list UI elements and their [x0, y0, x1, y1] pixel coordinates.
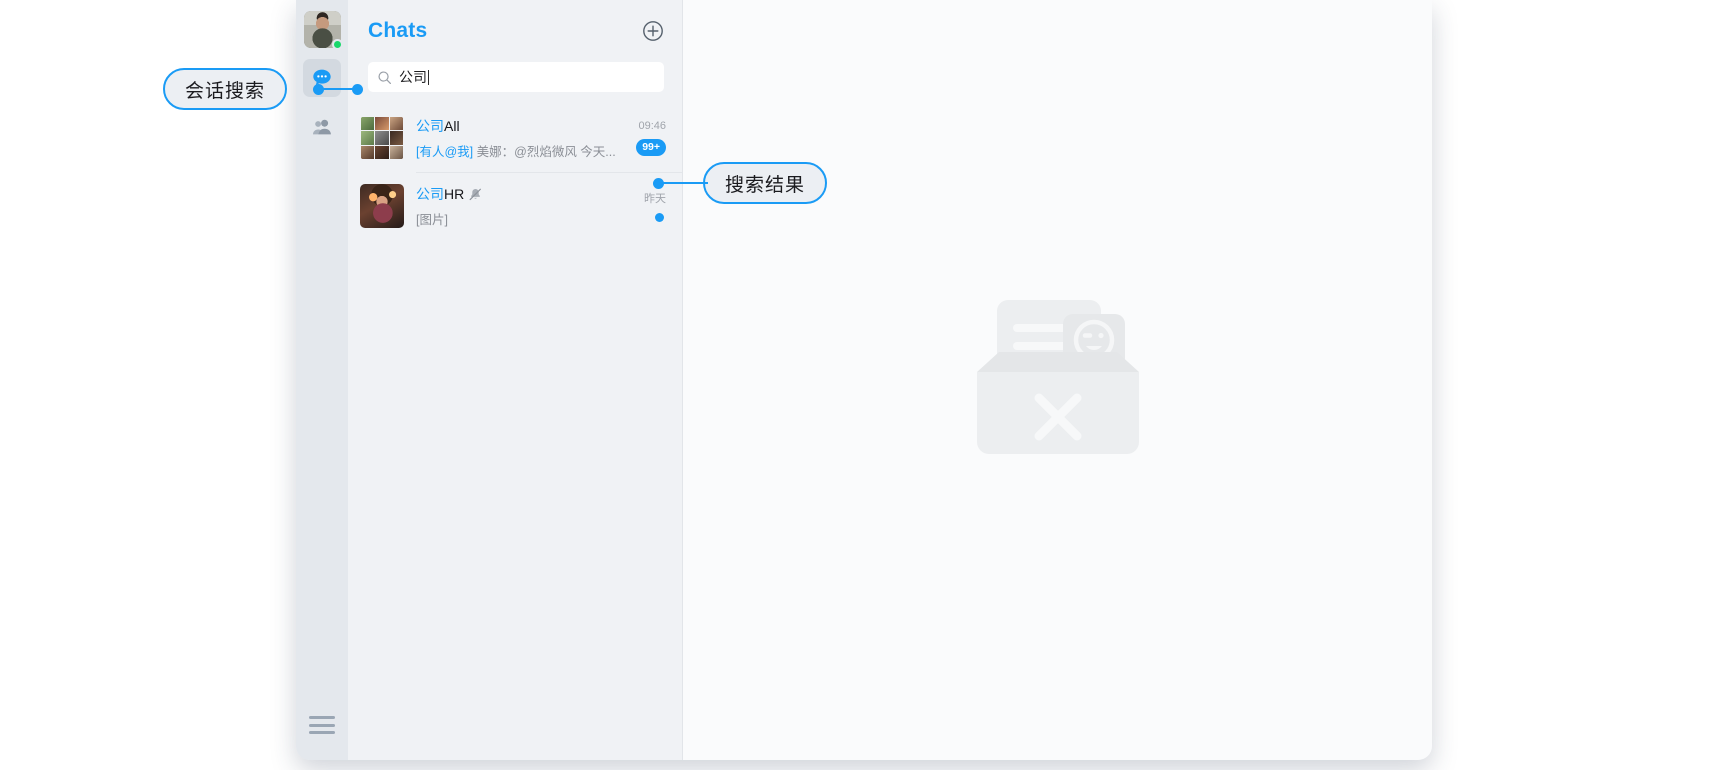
annotation-connector-dot — [653, 177, 664, 189]
chat-avatar — [360, 184, 404, 228]
preview-text: [图片] — [416, 213, 448, 227]
chat-timestamp: 09:46 — [638, 120, 666, 132]
chat-timestamp: 昨天 — [644, 193, 666, 205]
plus-circle-icon — [643, 21, 663, 41]
chat-name: 公司 All — [416, 116, 628, 136]
annotation-results-callout: 搜索结果 — [703, 162, 828, 204]
list-item[interactable]: 公司 HR [图片] 昨天 — [348, 172, 682, 240]
sidebar-item-contacts[interactable] — [303, 108, 341, 146]
conversation-panel — [683, 0, 1432, 760]
bell-muted-icon — [468, 187, 483, 202]
chat-list-panel: Chats 公司 公司 All [有人@我] 美娜：@烈焰微风 今天... 09… — [348, 0, 683, 760]
annotation-connector-dot — [352, 83, 363, 95]
menu-line — [309, 716, 335, 719]
search-icon — [378, 70, 392, 84]
contacts-icon — [313, 119, 331, 135]
hamburger-menu-icon[interactable] — [309, 716, 335, 734]
add-chat-button[interactable] — [642, 20, 664, 42]
list-item[interactable]: 公司 All [有人@我] 美娜：@烈焰微风 今天... 09:46 99+ — [348, 104, 682, 172]
menu-line — [309, 723, 335, 727]
mention-tag: [有人@我] — [416, 145, 474, 159]
screenshot-root: Chats 公司 公司 All [有人@我] 美娜：@烈焰微风 今天... 09… — [0, 0, 1726, 770]
chat-preview: [图片] — [416, 209, 636, 228]
left-rail — [296, 0, 348, 760]
unread-badge: 99+ — [636, 139, 666, 156]
preview-text: 美娜：@烈焰微风 今天... — [476, 145, 616, 159]
page-title: Chats — [368, 19, 428, 42]
unread-dot — [655, 213, 664, 222]
chat-name-match: 公司 — [416, 186, 444, 202]
app-window: Chats 公司 公司 All [有人@我] 美娜：@烈焰微风 今天... 09… — [296, 0, 1432, 760]
chat-rows: 公司 All [有人@我] 美娜：@烈焰微风 今天... 09:46 99+ 公… — [348, 104, 682, 760]
chat-name-rest: HR — [444, 186, 465, 202]
online-status-dot — [331, 39, 343, 50]
chat-name-match: 公司 — [416, 118, 444, 134]
annotation-connector-line — [660, 182, 708, 184]
list-item-meta: 昨天 — [644, 184, 666, 228]
empty-inbox-illustration — [976, 300, 1139, 454]
search-container: 公司 — [348, 62, 682, 104]
avatar[interactable] — [303, 11, 343, 50]
menu-line — [309, 731, 335, 734]
search-input-value: 公司 — [399, 69, 429, 85]
group-avatar — [360, 116, 404, 160]
chat-preview: [有人@我] 美娜：@烈焰微风 今天... — [416, 141, 628, 160]
chat-name-rest: All — [444, 118, 460, 134]
search-input[interactable]: 公司 — [368, 62, 664, 92]
annotation-search-callout: 会话搜索 — [163, 68, 288, 110]
chat-name: 公司 HR — [416, 184, 636, 204]
chat-list-header: Chats — [348, 0, 682, 62]
annotation-connector-dot — [313, 83, 324, 95]
list-item-text: 公司 HR [图片] — [416, 184, 636, 228]
text-caret — [428, 70, 429, 85]
list-item-text: 公司 All [有人@我] 美娜：@烈焰微风 今天... — [416, 116, 628, 160]
list-item-meta: 09:46 99+ — [636, 116, 666, 160]
